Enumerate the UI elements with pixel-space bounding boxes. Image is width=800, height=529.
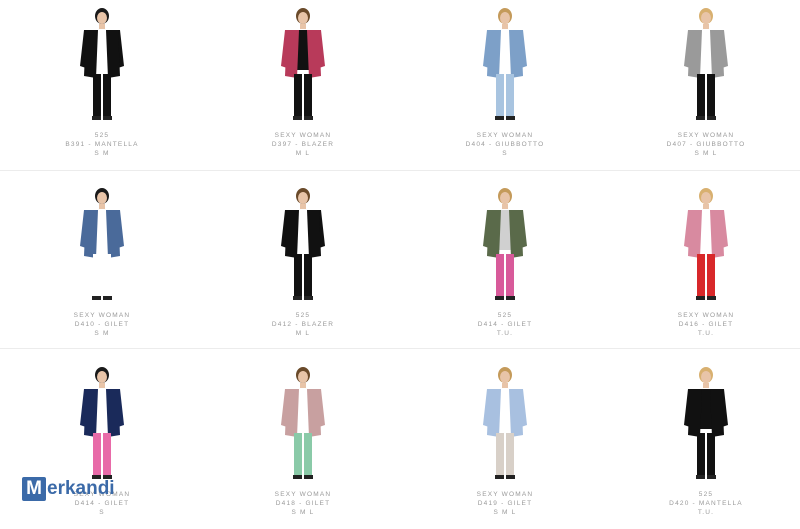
logo-text: erkandi [47, 478, 115, 499]
product-card[interactable]: 525 D414 - GILET T.U. [405, 182, 605, 350]
product-sizes: S [99, 509, 105, 516]
product-card[interactable]: 525 B391 - MANTELLA S M [2, 2, 202, 170]
product-sizes: S M [94, 330, 110, 337]
product-card[interactable]: SEXY WOMAN D414 - GILET S [2, 361, 202, 529]
product-brand: SEXY WOMAN [677, 312, 735, 319]
product-sizes: S M L [694, 150, 718, 157]
product-brand: SEXY WOMAN [73, 312, 131, 319]
product-code: D412 - BLAZER [271, 321, 335, 328]
coat-outfit-icon [684, 8, 728, 120]
product-code: D419 - GILET [477, 500, 533, 507]
vest-outfit-icon [281, 367, 325, 479]
product-code: D418 - GILET [275, 500, 331, 507]
cape-outfit-icon [684, 367, 728, 479]
cape-outfit-icon [80, 8, 124, 120]
product-code: D407 - GIUBBOTTO [666, 141, 746, 148]
product-brand: 525 [497, 312, 513, 319]
product-card[interactable]: 525 D420 - MANTELLA T.U. [606, 361, 800, 529]
product-brand: SEXY WOMAN [677, 132, 735, 139]
blazer-outfit-icon [281, 8, 325, 120]
product-sizes: T.U. [496, 330, 514, 337]
vest-outfit-icon [483, 367, 527, 479]
vest-outfit-icon [80, 367, 124, 479]
product-card[interactable]: 525 D412 - BLAZER M L [203, 182, 403, 350]
denim-jacket-outfit-icon [483, 8, 527, 120]
product-card[interactable]: SEXY WOMAN D404 - GIUBBOTTO S [405, 2, 605, 170]
vest-outfit-icon [483, 188, 527, 300]
product-code: B391 - MANTELLA [65, 141, 139, 148]
product-brand: 525 [698, 491, 714, 498]
product-code: D410 - GILET [74, 321, 130, 328]
merkandi-logo[interactable]: M erkandi [22, 477, 115, 501]
logo-mark: M [22, 477, 46, 501]
product-brand: SEXY WOMAN [476, 132, 534, 139]
product-card[interactable]: SEXY WOMAN D416 - GILET T.U. [606, 182, 800, 350]
product-brand: 525 [295, 312, 311, 319]
product-brand: SEXY WOMAN [274, 491, 332, 498]
product-brand: SEXY WOMAN [476, 491, 534, 498]
product-code: D416 - GILET [678, 321, 734, 328]
product-sizes: S M L [291, 509, 315, 516]
product-sizes: S [502, 150, 508, 157]
blazer-outfit-icon [281, 188, 325, 300]
product-code: D420 - MANTELLA [669, 500, 743, 507]
product-card[interactable]: SEXY WOMAN D418 - GILET S M L [203, 361, 403, 529]
product-code: D397 - BLAZER [271, 141, 335, 148]
product-grid: 525 B391 - MANTELLA S M SEXY WOMAN D397 - BL… [0, 0, 800, 526]
row-divider [0, 170, 800, 171]
product-card[interactable]: SEXY WOMAN D419 - GILET S M L [405, 361, 605, 529]
product-sizes: M L [295, 330, 311, 337]
product-brand: SEXY WOMAN [274, 132, 332, 139]
product-sizes: T.U. [697, 509, 715, 516]
product-code: D414 - GILET [477, 321, 533, 328]
product-card[interactable]: SEXY WOMAN D397 - BLAZER M L [203, 2, 403, 170]
vest-outfit-icon [684, 188, 728, 300]
product-sizes: M L [295, 150, 311, 157]
product-code: D404 - GIUBBOTTO [465, 141, 545, 148]
product-card[interactable]: SEXY WOMAN D407 - GIUBBOTTO S M L [606, 2, 800, 170]
product-sizes: S M [94, 150, 110, 157]
denim-vest-outfit-icon [80, 188, 124, 300]
product-sizes: T.U. [697, 330, 715, 337]
product-brand: 525 [94, 132, 110, 139]
product-sizes: S M L [493, 509, 517, 516]
product-card[interactable]: SEXY WOMAN D410 - GILET S M [2, 182, 202, 350]
